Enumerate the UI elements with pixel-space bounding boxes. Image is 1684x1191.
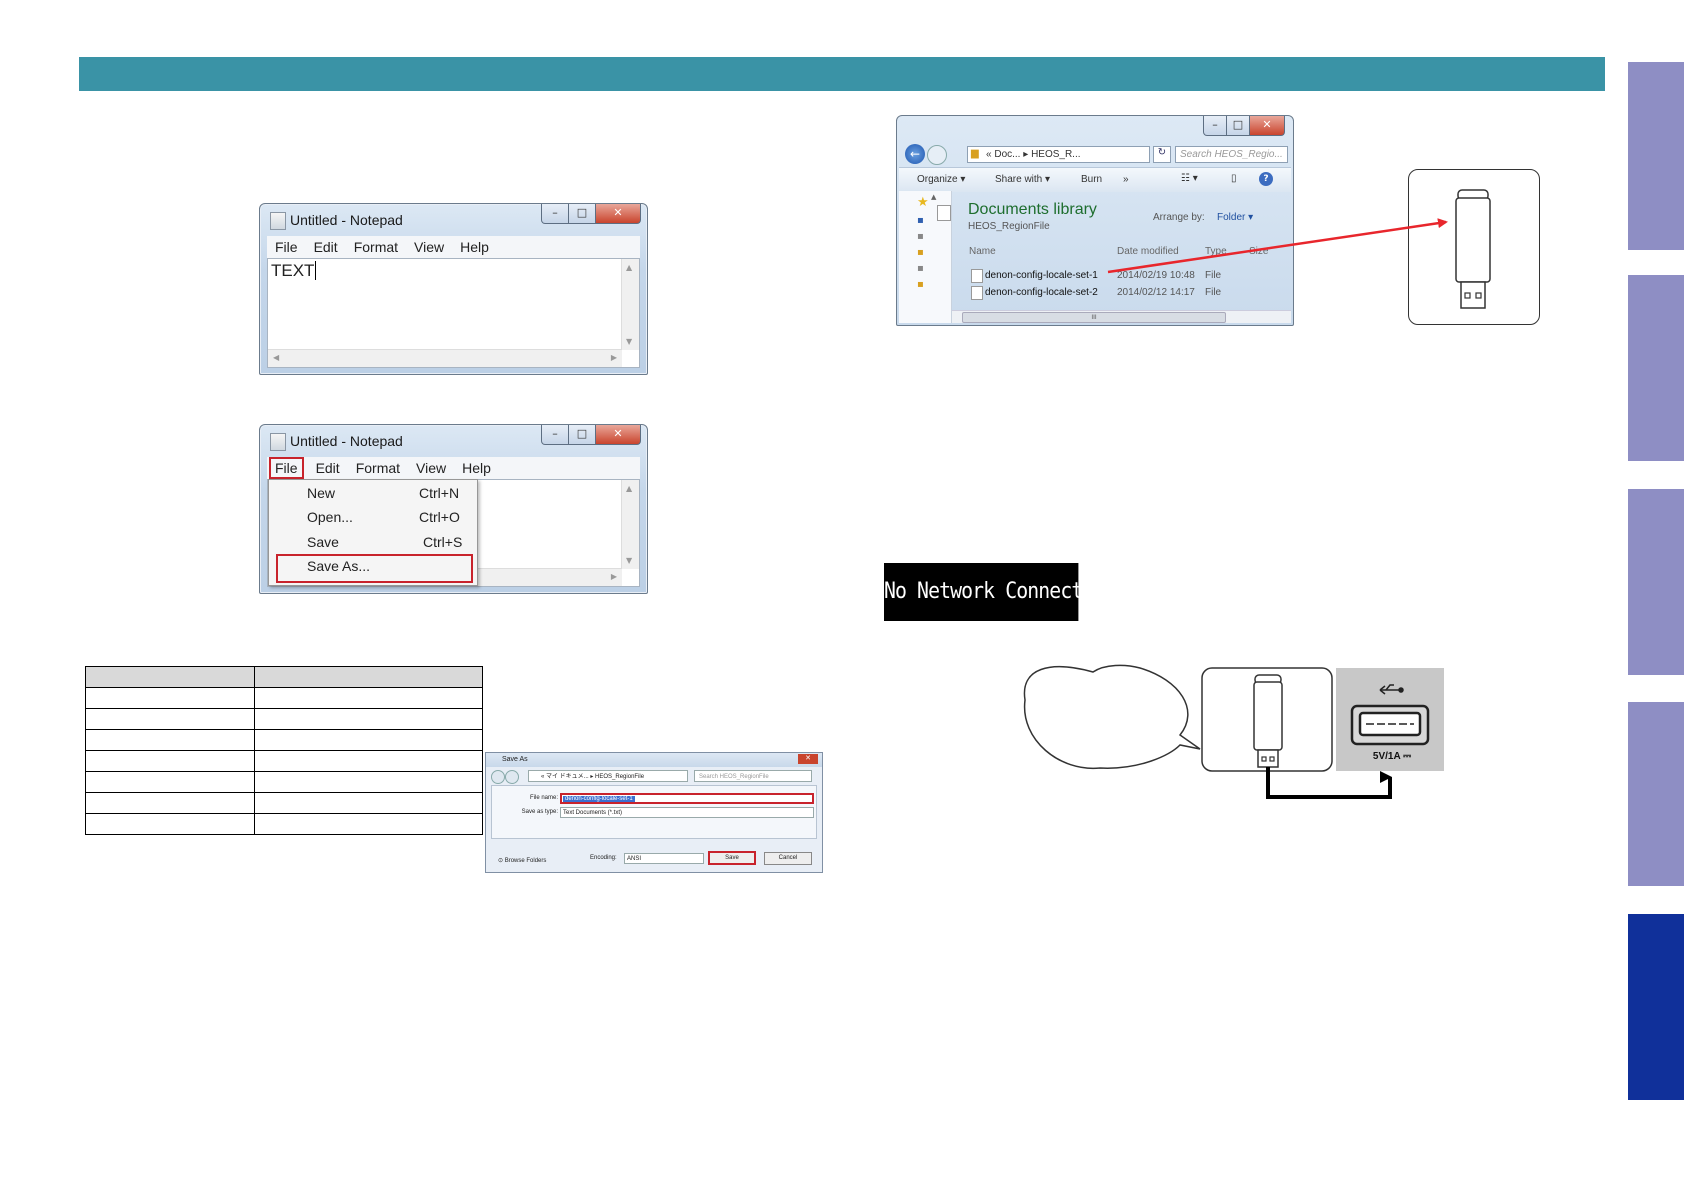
usb-port-label: 5V/1A ⎓ xyxy=(1372,751,1412,762)
usb-stick-icon xyxy=(1253,674,1283,768)
display-message: No Network Connection xyxy=(884,563,1116,621)
annotation-overlay xyxy=(1023,189,1491,799)
usb-stick-icon xyxy=(1455,189,1491,309)
usb-port-icon xyxy=(1350,704,1430,746)
speech-bubble xyxy=(1023,664,1201,770)
copy-arrow xyxy=(1107,218,1448,274)
